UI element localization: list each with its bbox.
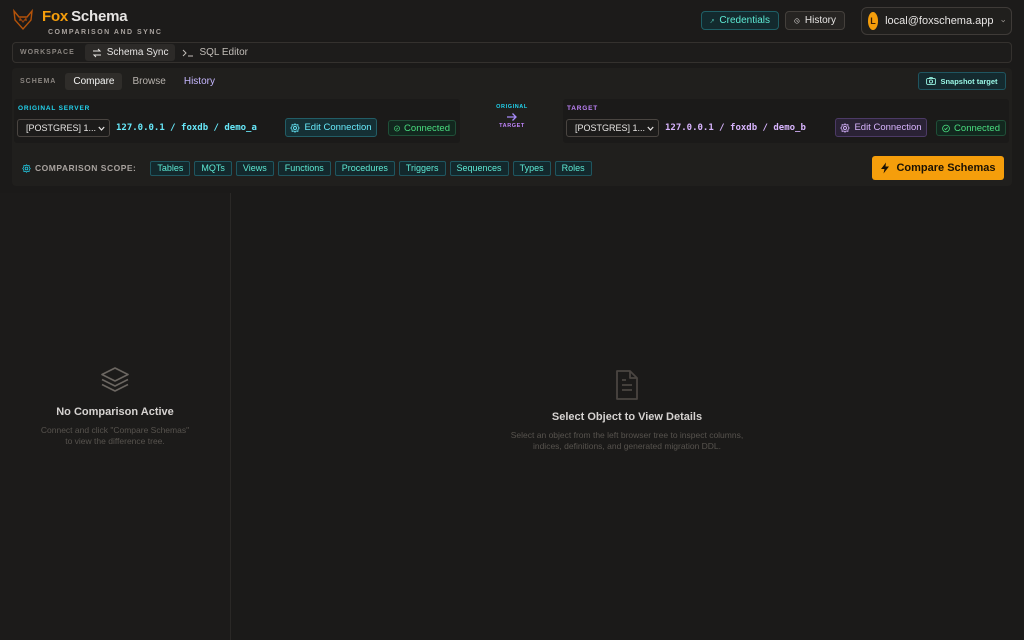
key-icon [710, 18, 715, 23]
app-tagline: COMPARISON AND SYNC [48, 29, 163, 36]
user-menu[interactable]: L local@foxschema.app [861, 7, 1012, 35]
direction-original-label: ORIGINAL [496, 104, 528, 110]
gear-icon [290, 122, 301, 133]
lightning-icon [881, 162, 890, 174]
workspace-bar: WORKSPACE Schema Sync SQL Editor [12, 42, 1012, 63]
chevron-down-icon [647, 126, 654, 131]
target-edit-label: Edit Connection [854, 122, 922, 133]
schema-tabs: SCHEMA Compare Browse History [12, 68, 1012, 94]
original-server-label: ORIGINAL SERVER [18, 105, 91, 112]
original-edit-connection-button[interactable]: Edit Connection [285, 118, 377, 137]
chevron-down-icon [98, 126, 105, 131]
target-server-label: TARGET [567, 105, 599, 112]
comparison-panel: SCHEMA Compare Browse History Snapshot t… [12, 68, 1012, 186]
camera-icon [926, 77, 937, 85]
target-server-box: TARGET [POSTGRES] 1... 127.0.0.1 / foxdb… [563, 99, 1009, 143]
original-status-badge: Connected [388, 120, 456, 136]
target-select-value: [POSTGRES] 1... [575, 123, 646, 133]
scope-label: COMPARISON SCOPE: [22, 163, 136, 173]
tab-history[interactable]: History [176, 73, 223, 90]
compare-schemas-button[interactable]: Compare Schemas [872, 156, 1004, 180]
tab-schema-sync[interactable]: Schema Sync [84, 44, 176, 61]
tab-compare[interactable]: Compare [65, 72, 123, 90]
direction-indicator: ORIGINAL TARGET [487, 104, 537, 129]
credentials-label: Credentials [719, 15, 770, 26]
settings-icon [22, 163, 31, 173]
fox-logo-icon [13, 9, 33, 31]
original-select-value: [POSTGRES] 1... [26, 123, 97, 133]
target-status-label: Connected [954, 122, 1000, 134]
select-object-empty-state: Select Object to View Details Select an … [507, 369, 747, 452]
layers-icon [101, 367, 129, 392]
scope-label-text: COMPARISON SCOPE: [35, 163, 137, 173]
tab-browse[interactable]: Browse [124, 73, 173, 90]
scope-chip-roles[interactable]: Roles [554, 160, 592, 176]
tab-schema-sync-label: Schema Sync [106, 47, 169, 58]
select-object-description: Select an object from the left browser t… [510, 430, 744, 451]
credentials-button[interactable]: Credentials [701, 11, 779, 30]
target-server-select[interactable]: [POSTGRES] 1... [566, 119, 659, 137]
original-connection-string: 127.0.0.1 / foxdb / demo_a [116, 123, 257, 133]
direction-target-label: TARGET [499, 123, 525, 129]
history-button[interactable]: History [785, 11, 845, 30]
tab-sql-editor[interactable]: SQL Editor [175, 44, 255, 61]
original-edit-label: Edit Connection [304, 122, 372, 133]
terminal-icon [183, 49, 194, 56]
original-status-label: Connected [404, 122, 450, 134]
snapshot-target-button[interactable]: Snapshot target [918, 72, 1006, 90]
brand-fox: Fox [42, 8, 69, 25]
target-connection-string: 127.0.0.1 / foxdb / demo_b [665, 123, 806, 133]
history-icon [794, 17, 800, 24]
scope-chip-tables[interactable]: Tables [150, 160, 191, 176]
comparison-scope: COMPARISON SCOPE: Tables MQTs Views Func… [12, 152, 1012, 184]
brand-schema: Schema [71, 8, 128, 25]
workspace-label: WORKSPACE [20, 49, 75, 56]
app-header: Fox Schema COMPARISON AND SYNC Credential… [0, 0, 1024, 40]
scope-chip-types[interactable]: Types [512, 160, 551, 176]
details-pane: Select Object to View Details Select an … [231, 193, 1024, 640]
target-status-badge: Connected [936, 120, 1006, 136]
compare-schemas-label: Compare Schemas [896, 162, 996, 174]
tab-sql-editor-label: SQL Editor [199, 47, 249, 58]
sync-icon [92, 48, 101, 57]
document-icon [616, 370, 638, 400]
target-edit-connection-button[interactable]: Edit Connection [835, 118, 927, 137]
scope-chip-sequences[interactable]: Sequences [449, 160, 509, 176]
scope-chip-triggers[interactable]: Triggers [398, 160, 446, 176]
scope-chip-views[interactable]: Views [235, 160, 274, 176]
scope-chip-procedures[interactable]: Procedures [334, 160, 395, 176]
schema-label: SCHEMA [20, 77, 57, 85]
app-brand: Fox Schema [42, 8, 128, 25]
user-email: local@foxschema.app [885, 15, 994, 27]
no-comparison-description: Connect and click "Compare Schemas" to v… [40, 425, 190, 446]
arrow-right-icon [507, 113, 517, 121]
gear-icon [840, 122, 851, 133]
difference-tree-pane: No Comparison Active Connect and click "… [0, 193, 230, 640]
scope-chip-mqts[interactable]: MQTs [194, 160, 232, 176]
chevron-down-icon [1000, 19, 1005, 23]
no-comparison-empty-state: No Comparison Active Connect and click "… [40, 366, 190, 447]
original-server-box: ORIGINAL SERVER [POSTGRES] 1... 127.0.0.… [14, 99, 460, 143]
avatar: L [868, 12, 879, 30]
no-comparison-title: No Comparison Active [56, 406, 174, 418]
original-server-select[interactable]: [POSTGRES] 1... [17, 119, 110, 137]
check-circle-icon [394, 125, 400, 131]
select-object-title: Select Object to View Details [551, 411, 703, 423]
scope-chip-functions[interactable]: Functions [277, 160, 331, 176]
history-label: History [804, 15, 836, 26]
check-circle-icon [942, 124, 950, 132]
snapshot-target-label: Snapshot target [940, 76, 998, 86]
